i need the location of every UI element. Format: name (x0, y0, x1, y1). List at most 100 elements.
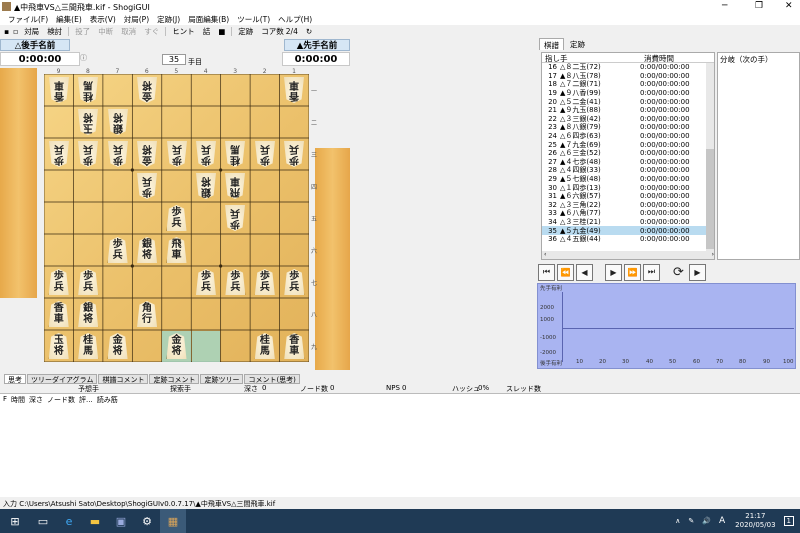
play-button[interactable]: 対局 (20, 26, 43, 37)
gote-piece[interactable]: 歩兵 (284, 141, 304, 167)
gote-piece[interactable]: 歩兵 (78, 141, 98, 167)
gote-piece[interactable]: 金将 (137, 77, 157, 103)
move-number-box[interactable]: 35 (162, 54, 186, 65)
sente-piece[interactable]: 金将 (107, 333, 128, 359)
sente-piece[interactable]: 歩兵 (254, 269, 275, 295)
joseki-button[interactable]: 定跡 (234, 26, 257, 37)
tab-joseki-comment[interactable]: 定跡コメント (149, 374, 200, 384)
last-move-icon[interactable]: ⏭ (643, 263, 660, 281)
sente-piece[interactable]: 桂馬 (78, 333, 99, 359)
scroll-left-icon[interactable]: ‹ (544, 251, 546, 259)
refresh-icon[interactable]: ↻ (302, 27, 316, 36)
flip-board-icon[interactable]: ⟳ (670, 264, 687, 281)
sente-piece[interactable]: 歩兵 (166, 205, 187, 231)
windows-start-icon[interactable]: ⊞ (0, 509, 30, 533)
hint-button[interactable]: ヒント (168, 26, 199, 37)
gote-piece[interactable]: 歩兵 (225, 205, 245, 231)
menu-edit[interactable]: 編集(E) (52, 14, 86, 25)
gote-piece[interactable]: 歩兵 (49, 141, 69, 167)
kifu-hscroll[interactable]: ‹ › (542, 251, 714, 259)
file-icon[interactable]: ▪ (2, 27, 11, 36)
task-view-icon[interactable]: ▭ (30, 509, 56, 533)
next-move-icon[interactable]: ▶ (605, 263, 622, 281)
mate-button[interactable]: 詰 (199, 26, 215, 37)
volume-icon[interactable]: 🔊 (702, 517, 711, 525)
edge-browser-icon[interactable]: e (56, 509, 82, 533)
sente-piece[interactable]: 香車 (284, 333, 305, 359)
pause-button[interactable]: 中断 (94, 26, 117, 37)
info-icon[interactable]: ⓘ (80, 53, 87, 63)
shogigui-taskbar-icon[interactable]: ▦ (160, 509, 186, 533)
sente-piece[interactable]: 歩兵 (195, 269, 216, 295)
gote-piece[interactable]: 歩兵 (255, 141, 275, 167)
sente-piece[interactable]: 玉将 (48, 333, 69, 359)
gote-piece[interactable]: 歩兵 (137, 173, 157, 199)
gote-piece[interactable]: 香車 (49, 77, 69, 103)
gote-piece[interactable]: 桂馬 (225, 141, 245, 167)
gote-piece[interactable]: 金将 (137, 141, 157, 167)
first-move-icon[interactable]: ⏮ (538, 263, 555, 281)
settings-icon[interactable]: ⚙ (134, 509, 160, 533)
tab-tree-diagram[interactable]: ツリーダイアグラム (27, 374, 98, 384)
sente-piece[interactable]: 角行 (137, 301, 158, 327)
minimize-button[interactable]: ─ (722, 1, 727, 11)
gote-piece[interactable]: 銀将 (108, 109, 128, 135)
autoplay-icon[interactable]: ▶ (689, 263, 706, 281)
gote-piece[interactable]: 香車 (284, 77, 304, 103)
notification-icon[interactable]: 1 (783, 516, 794, 526)
menu-joseki[interactable]: 定跡(J) (153, 14, 184, 25)
think-panel[interactable]: F 時間 深さ ノード数 評... 読み筋 (0, 393, 800, 497)
gote-piece[interactable]: 銀将 (196, 173, 216, 199)
tab-think[interactable]: 思考 (4, 374, 26, 384)
kifu-list[interactable]: 指し手 消費時間 16 △８二玉(72) 0:00/00:00:00 17 ▲８八玉(7… (541, 52, 715, 260)
tab-kifu-comment[interactable]: 棋譜コメント (98, 374, 149, 384)
menu-file[interactable]: ファイル(F) (4, 14, 52, 25)
sente-piece[interactable]: 歩兵 (225, 269, 246, 295)
menu-view[interactable]: 表示(V) (86, 14, 120, 25)
ime-indicator[interactable]: A (719, 516, 725, 526)
tab-kifu[interactable]: 棋譜 (539, 38, 564, 50)
stop-icon[interactable]: ■ (214, 27, 229, 36)
menu-tools[interactable]: ツール(T) (233, 14, 274, 25)
gote-piece[interactable]: 桂馬 (78, 77, 98, 103)
file-explorer-icon[interactable]: ▬ (82, 509, 108, 533)
resign-button[interactable]: 投了 (71, 26, 94, 37)
sente-piece[interactable]: 飛車 (166, 237, 187, 263)
sente-piece[interactable]: 香車 (48, 301, 69, 327)
pen-icon[interactable]: ✎ (688, 517, 694, 525)
sente-piece[interactable]: 金将 (166, 333, 187, 359)
tray-chevron-icon[interactable]: ∧ (675, 517, 680, 525)
sente-piece[interactable]: 銀将 (78, 301, 99, 327)
close-button[interactable]: ✕ (785, 1, 793, 11)
undo-button[interactable]: 取消 (117, 26, 140, 37)
branch-panel[interactable]: 分岐（次の手） (717, 52, 800, 260)
tab-joseki-tree[interactable]: 定跡ツリー (200, 374, 244, 384)
menu-help[interactable]: ヘルプ(H) (274, 14, 316, 25)
menu-play[interactable]: 対局(P) (120, 14, 153, 25)
gote-piece[interactable]: 歩兵 (108, 141, 128, 167)
gote-piece[interactable]: 歩兵 (167, 141, 187, 167)
sente-piece[interactable]: 桂馬 (254, 333, 275, 359)
clock[interactable]: 21:17 2020/05/03 (735, 512, 775, 530)
kifu-row[interactable]: 36 △４五銀(44) 0:00/00:00:00 (542, 235, 714, 244)
folder-icon[interactable]: ▫ (11, 27, 20, 36)
gote-piece[interactable]: 飛車 (225, 173, 245, 199)
tab-comment-think[interactable]: コメント(思考) (244, 374, 300, 384)
sente-piece[interactable]: 歩兵 (48, 269, 69, 295)
analyze-button[interactable]: 検討 (43, 26, 66, 37)
prev-move-icon[interactable]: ◀ (576, 263, 593, 281)
kifu-scrollbar[interactable] (706, 63, 714, 253)
sente-piece[interactable]: 歩兵 (284, 269, 305, 295)
move-now-button[interactable]: すぐ (140, 26, 163, 37)
sente-piece[interactable]: 歩兵 (78, 269, 99, 295)
terminal-app-icon[interactable]: ▣ (108, 509, 134, 533)
maximize-button[interactable]: ❐ (755, 1, 763, 11)
menu-board-edit[interactable]: 局面編集(B) (184, 14, 233, 25)
rewind-icon[interactable]: ⏪ (557, 263, 574, 281)
shogi-board[interactable]: 香車桂馬金将香車玉将銀将歩兵歩兵歩兵金将歩兵歩兵桂馬歩兵歩兵歩兵銀将飛車歩兵歩兵… (44, 74, 309, 362)
gote-piece[interactable]: 歩兵 (196, 141, 216, 167)
kifu-scroll-thumb[interactable] (706, 149, 714, 249)
scroll-right-icon[interactable]: › (712, 251, 714, 259)
tab-joseki[interactable]: 定跡 (566, 38, 589, 50)
fast-forward-icon[interactable]: ⏩ (624, 263, 641, 281)
